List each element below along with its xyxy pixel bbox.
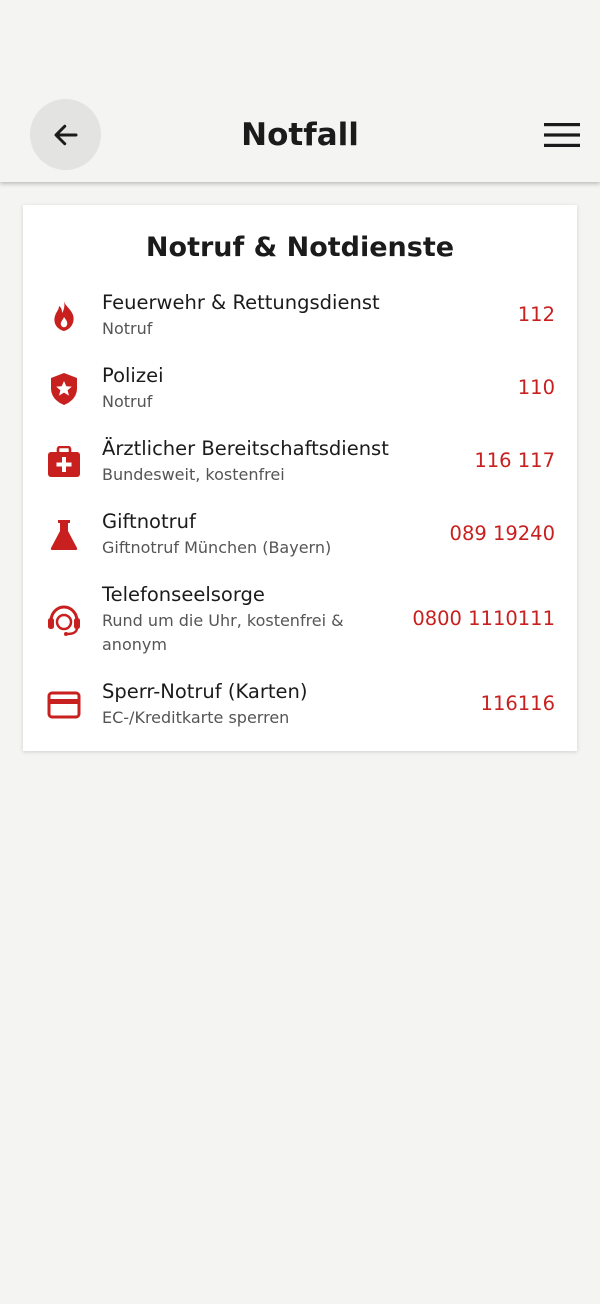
emergency-item-telefonseelsorge[interactable]: Telefonseelsorge Rund um die Uhr, kosten… [23,582,577,658]
app-header: Notfall [0,0,600,182]
back-button[interactable] [30,99,101,170]
emergency-item-polizei[interactable]: Polizei Notruf 110 [23,363,577,415]
item-subtitle: Giftnotruf München (Bayern) [102,538,332,557]
medical-kit-icon [46,444,82,480]
item-title: Ärztlicher Bereitschaftsdienst [102,437,389,460]
item-title: Telefonseelsorge [102,583,265,606]
page-title: Notfall [241,117,359,153]
phone-number-link[interactable]: 089 19240 [450,521,555,547]
phone-number-link[interactable]: 0800 1110111 [412,606,555,632]
emergency-card: Notruf & Notdienste Feuerwehr & Rettungs… [23,205,577,751]
flame-icon [46,298,82,334]
item-title: Polizei [102,364,164,387]
item-subtitle: EC-/Kreditkarte sperren [102,708,290,727]
credit-card-icon [46,687,82,723]
hamburger-menu-icon [544,123,580,147]
emergency-item-sperr-notruf[interactable]: Sperr-Notruf (Karten) EC-/Kreditkarte sp… [23,679,577,731]
menu-button[interactable] [542,120,582,150]
phone-number-link[interactable]: 110 [518,375,555,401]
item-title: Feuerwehr & Rettungsdienst [102,291,380,314]
item-subtitle: Rund um die Uhr, kostenfrei & anonym [102,611,344,654]
item-subtitle: Notruf [102,392,153,411]
phone-number-link[interactable]: 116 117 [474,448,555,474]
emergency-item-giftnotruf[interactable]: Giftnotruf Giftnotruf München (Bayern) 0… [23,509,577,561]
flask-icon [46,517,82,553]
card-title: Notruf & Notdienste [145,232,455,263]
item-subtitle: Bundesweit, kostenfrei [102,465,285,484]
headset-icon [46,602,82,638]
item-subtitle: Notruf [102,319,153,338]
phone-number-link[interactable]: 116116 [481,691,555,717]
emergency-item-aerztlicher-dienst[interactable]: Ärztlicher Bereitschaftsdienst Bundeswei… [23,436,577,488]
item-title: Giftnotruf [102,510,196,533]
phone-number-link[interactable]: 112 [518,302,555,328]
police-shield-icon [46,371,82,407]
arrow-left-icon [54,124,77,145]
item-title: Sperr-Notruf (Karten) [102,680,308,703]
emergency-item-feuerwehr[interactable]: Feuerwehr & Rettungsdienst Notruf 112 [23,290,577,342]
